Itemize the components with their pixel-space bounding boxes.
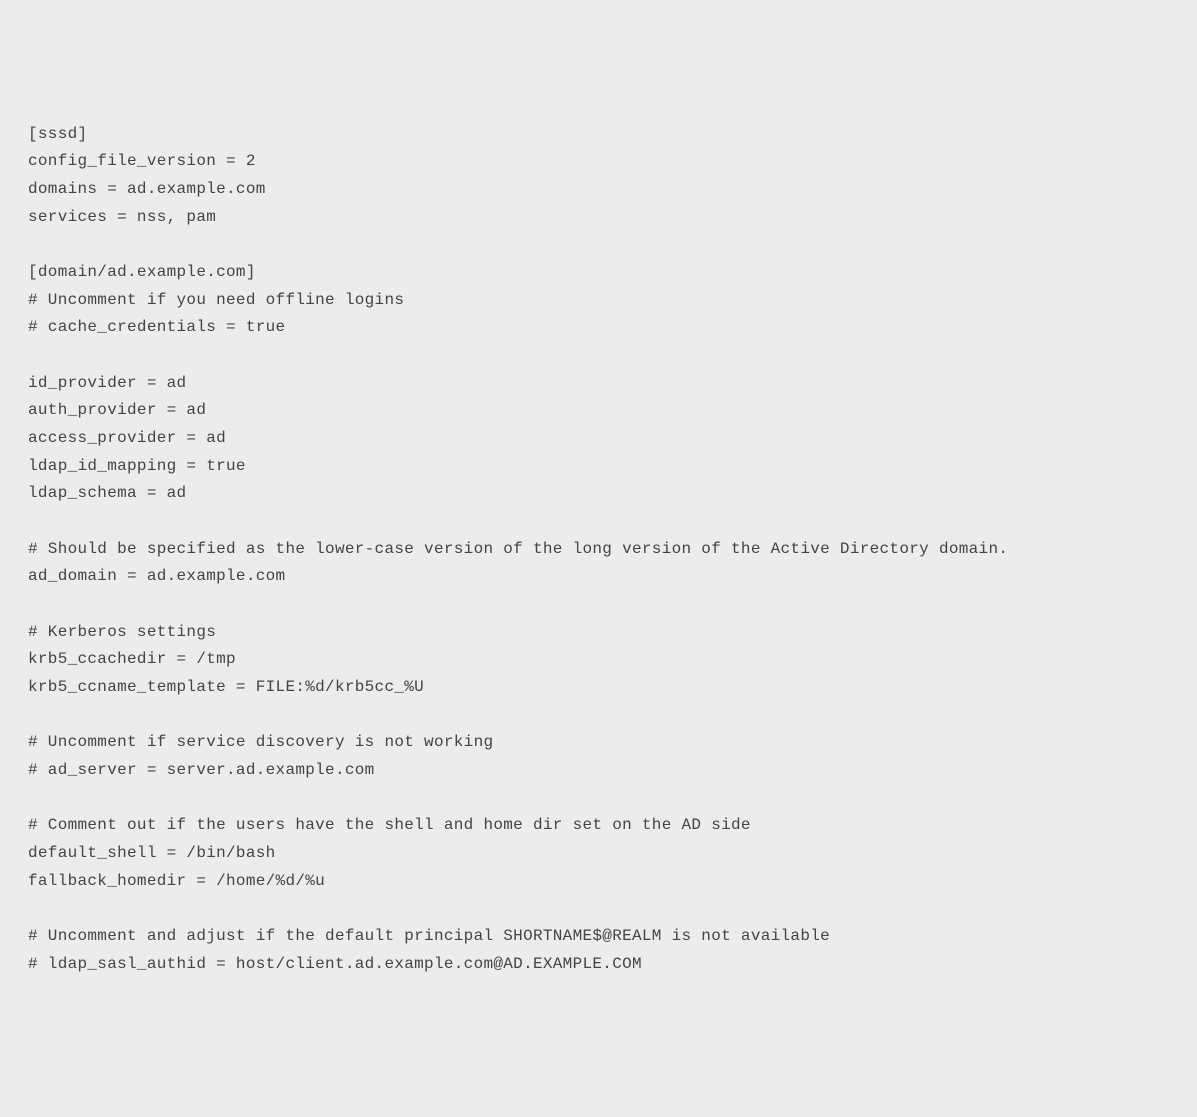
code-line: # Uncomment if service discovery is not … (28, 729, 1169, 757)
code-line: # ldap_sasl_authid = host/client.ad.exam… (28, 951, 1169, 979)
code-line: id_provider = ad (28, 370, 1169, 398)
code-line (28, 231, 1169, 259)
code-line: krb5_ccachedir = /tmp (28, 646, 1169, 674)
code-line: access_provider = ad (28, 425, 1169, 453)
code-line: # Comment out if the users have the shel… (28, 812, 1169, 840)
code-line: # Kerberos settings (28, 619, 1169, 647)
code-line: ad_domain = ad.example.com (28, 563, 1169, 591)
code-line: services = nss, pam (28, 204, 1169, 232)
code-line (28, 896, 1169, 924)
code-line (28, 785, 1169, 813)
code-line: # ad_server = server.ad.example.com (28, 757, 1169, 785)
code-line: auth_provider = ad (28, 397, 1169, 425)
code-line: # cache_credentials = true (28, 314, 1169, 342)
code-line: ldap_schema = ad (28, 480, 1169, 508)
code-line: # Uncomment and adjust if the default pr… (28, 923, 1169, 951)
code-line: ldap_id_mapping = true (28, 453, 1169, 481)
code-line (28, 342, 1169, 370)
code-line: [domain/ad.example.com] (28, 259, 1169, 287)
code-line (28, 508, 1169, 536)
code-line: default_shell = /bin/bash (28, 840, 1169, 868)
code-line (28, 702, 1169, 730)
code-line: domains = ad.example.com (28, 176, 1169, 204)
config-code-block: [sssd]config_file_version = 2domains = a… (28, 121, 1169, 979)
code-line: krb5_ccname_template = FILE:%d/krb5cc_%U (28, 674, 1169, 702)
code-line: config_file_version = 2 (28, 148, 1169, 176)
code-line (28, 591, 1169, 619)
code-line: # Uncomment if you need offline logins (28, 287, 1169, 315)
code-line: # Should be specified as the lower-case … (28, 536, 1169, 564)
code-line: [sssd] (28, 121, 1169, 149)
code-line: fallback_homedir = /home/%d/%u (28, 868, 1169, 896)
